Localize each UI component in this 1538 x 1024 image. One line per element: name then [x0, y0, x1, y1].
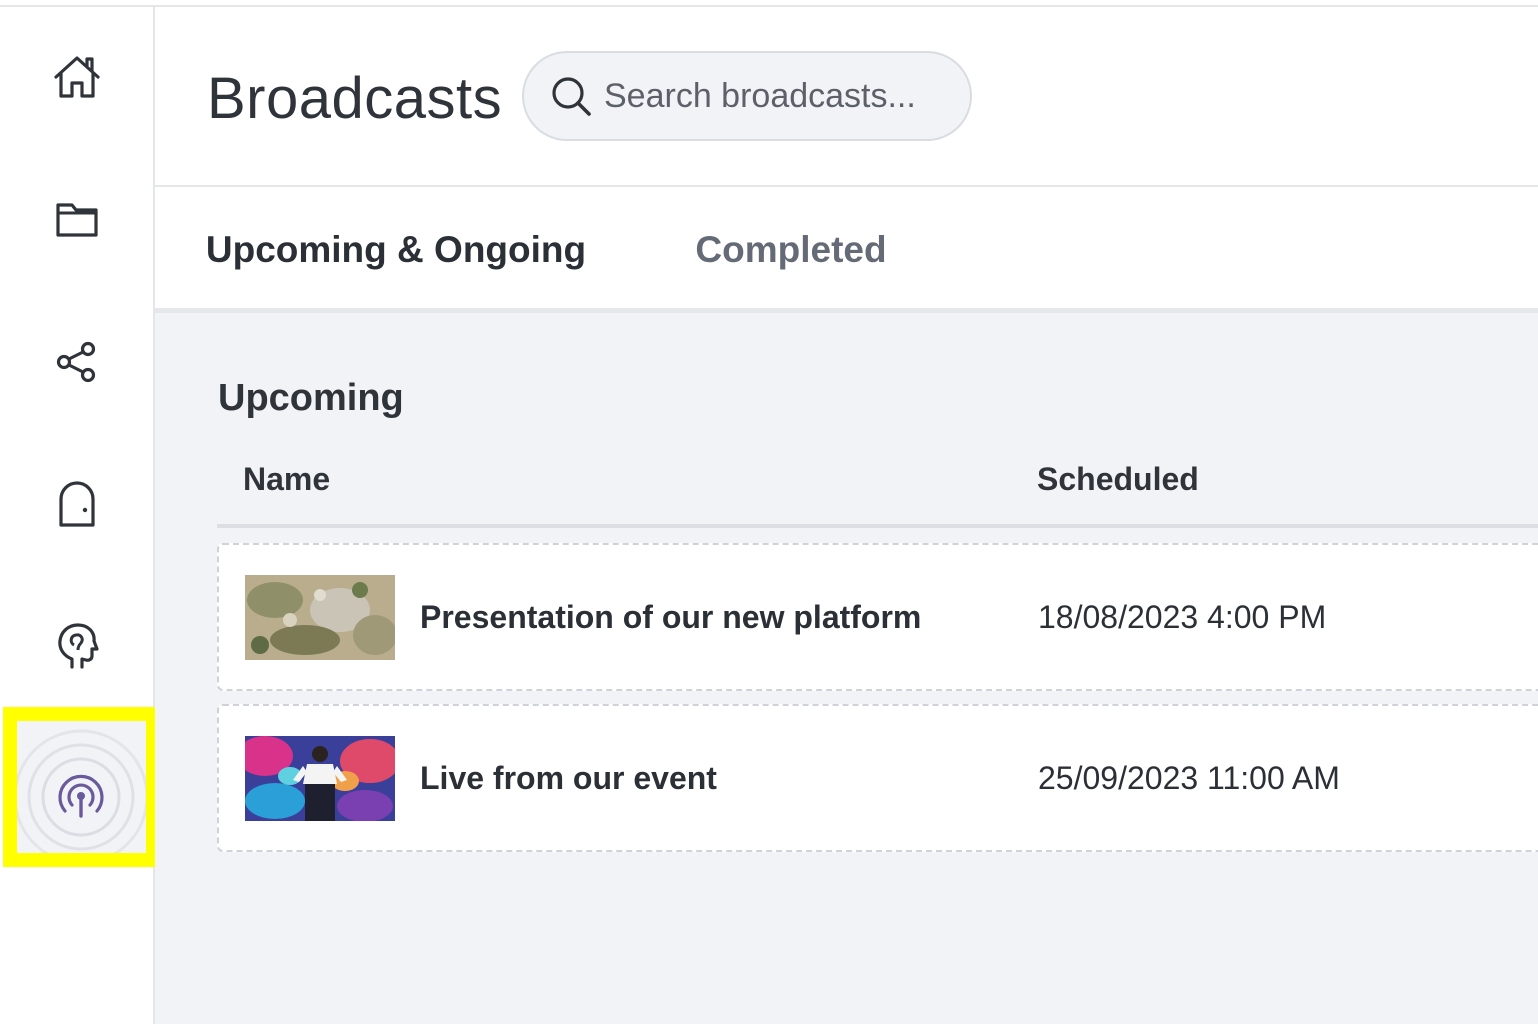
home-icon — [53, 56, 100, 98]
broadcast-row[interactable]: Presentation of our new platform 18/08/2… — [217, 543, 1538, 691]
sidebar-item-files[interactable] — [0, 149, 153, 291]
broadcast-scheduled-date: 18/08/2023 4:00 PM — [1038, 598, 1327, 635]
ripple-highlight — [17, 729, 146, 853]
broadcast-scheduled-date: 25/09/2023 11:00 AM — [1038, 759, 1340, 796]
tab-bar: Upcoming & Ongoing Completed — [155, 187, 1538, 318]
search-input[interactable] — [604, 76, 944, 116]
section-title: Upcoming — [218, 377, 404, 419]
sidebar-item-insights[interactable] — [0, 575, 153, 717]
broadcasts-content: Upcoming Name Scheduled Presentation of … — [155, 313, 1538, 1024]
page-header: Broadcasts — [155, 7, 1538, 187]
tab-completed[interactable]: Completed — [637, 187, 945, 313]
sidebar — [0, 7, 160, 1024]
search-icon — [552, 77, 591, 116]
broadcast-thumbnail — [245, 575, 395, 660]
sidebar-item-rooms[interactable] — [0, 433, 153, 575]
table-header-divider — [217, 524, 1538, 528]
share-icon — [56, 341, 95, 383]
folder-icon — [55, 203, 98, 237]
column-header-name: Name — [243, 461, 331, 497]
broadcast-name: Live from our event — [420, 759, 717, 796]
broadcast-row[interactable]: Live from our event 25/09/2023 11:00 AM — [217, 704, 1538, 852]
top-border — [0, 0, 1538, 7]
search-box[interactable] — [522, 51, 972, 141]
sidebar-item-share[interactable] — [0, 291, 153, 433]
head-icon — [57, 623, 99, 669]
tab-upcoming-ongoing[interactable]: Upcoming & Ongoing — [155, 187, 637, 318]
door-icon — [58, 481, 95, 527]
page-title: Broadcasts — [207, 66, 503, 131]
sidebar-item-home[interactable] — [0, 7, 153, 149]
broadcast-name: Presentation of our new platform — [420, 598, 922, 635]
sidebar-item-broadcasts[interactable] — [3, 707, 160, 867]
column-header-scheduled: Scheduled — [1037, 461, 1199, 497]
broadcast-thumbnail — [245, 736, 395, 821]
